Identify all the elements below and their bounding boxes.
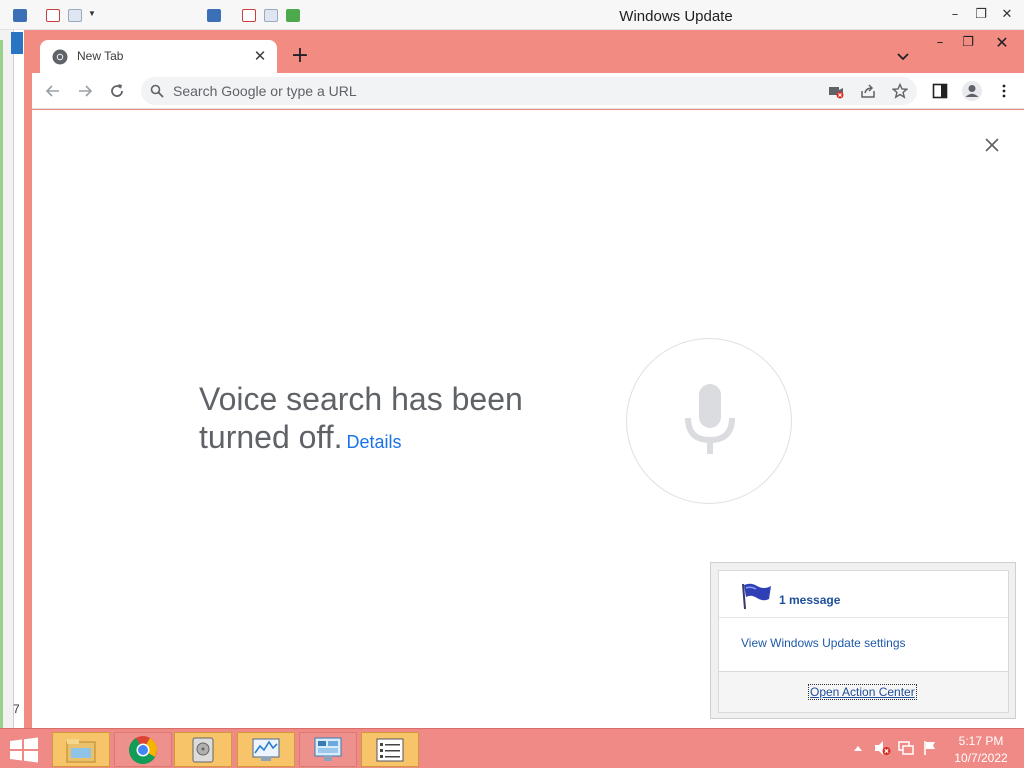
volume-button[interactable] <box>873 739 891 757</box>
close-icon <box>985 138 999 152</box>
volume-muted-icon <box>875 741 891 755</box>
list-icon <box>376 738 404 761</box>
disk-management-button[interactable] <box>174 732 232 767</box>
action-center-flag-icon <box>924 741 935 755</box>
omnibox[interactable] <box>141 77 917 105</box>
undo-icon-2[interactable] <box>242 9 256 22</box>
disk-icon <box>192 737 214 762</box>
restore-button[interactable]: ❐ <box>956 33 980 53</box>
popup-footer: Open Action Center <box>719 671 1008 712</box>
document-icon[interactable] <box>68 9 82 22</box>
camera-blocked-icon <box>829 87 844 99</box>
bg-green-edge <box>0 40 3 730</box>
performance-monitor-button[interactable] <box>237 732 295 767</box>
microphone-icon <box>685 384 735 454</box>
control-panel-button[interactable] <box>299 732 357 767</box>
windows-start-icon[interactable] <box>8 737 40 763</box>
bg-minimize-button[interactable]: – <box>944 6 966 24</box>
new-tab-button[interactable]: + <box>288 45 312 69</box>
document-icon-2[interactable] <box>264 9 278 22</box>
search-icon <box>150 84 164 98</box>
camera-blocked-button[interactable] <box>824 79 848 103</box>
properties-icon[interactable] <box>13 9 27 22</box>
bg-left-accent <box>11 32 23 54</box>
browser-toolbar <box>32 73 1024 109</box>
file-explorer-button[interactable] <box>52 732 110 767</box>
tab-close-button[interactable]: ✕ <box>251 47 269 65</box>
microphone-button[interactable] <box>626 338 792 504</box>
more-menu-button[interactable] <box>992 79 1016 103</box>
address-bar-input[interactable] <box>173 77 813 105</box>
performance-monitor-icon <box>252 738 280 761</box>
forward-button[interactable] <box>73 79 97 103</box>
properties-icon-2[interactable] <box>207 9 221 22</box>
control-panel-icon <box>314 737 342 761</box>
dismiss-button[interactable] <box>981 134 1003 156</box>
more-vert-icon <box>1002 84 1006 98</box>
action-center-button[interactable] <box>921 739 939 757</box>
tab-new-tab[interactable]: New Tab ✕ <box>40 40 277 73</box>
flag-icon <box>742 583 771 610</box>
divider <box>719 617 1008 618</box>
show-hidden-icons-icon <box>854 746 862 751</box>
close-window-button[interactable]: ✕ <box>990 33 1014 53</box>
back-button[interactable] <box>41 79 65 103</box>
reload-button[interactable] <box>105 79 129 103</box>
tab-title: New Tab <box>77 49 124 63</box>
view-windows-update-link[interactable]: View Windows Update settings <box>741 636 906 650</box>
refresh-icon[interactable] <box>286 9 300 22</box>
open-action-center-link[interactable]: Open Action Center <box>808 684 917 700</box>
profile-button[interactable] <box>960 79 984 103</box>
task-list-button[interactable] <box>361 732 419 767</box>
minimize-button[interactable]: – <box>928 33 952 53</box>
voice-search-message: Voice search has been turned off. Details <box>199 380 579 461</box>
chrome-icon <box>52 49 68 65</box>
star-icon <box>892 83 908 99</box>
share-icon <box>861 84 875 98</box>
bg-close-button[interactable]: ✕ <box>996 6 1018 24</box>
side-panel-icon <box>932 83 948 99</box>
file-explorer-icon <box>66 738 96 762</box>
popup-panel: 1 message View Windows Update settings O… <box>718 570 1009 713</box>
chevron-down-icon[interactable] <box>892 46 914 68</box>
forward-arrow-icon <box>79 85 93 97</box>
bookmark-star-button[interactable] <box>888 79 912 103</box>
clock-date[interactable]: 10/7/2022 <box>950 751 1012 765</box>
reload-icon <box>111 84 123 97</box>
chrome-taskbar-button[interactable] <box>114 732 172 767</box>
windows-update-title: Windows Update <box>619 8 733 25</box>
side-panel-button[interactable] <box>928 79 952 103</box>
action-center-popup: 1 message View Windows Update settings O… <box>710 562 1016 719</box>
network-button[interactable] <box>897 739 915 757</box>
details-link[interactable]: Details <box>347 432 402 452</box>
undo-icon[interactable] <box>46 9 60 22</box>
profile-icon <box>962 81 982 101</box>
message-count[interactable]: 1 message <box>779 593 840 607</box>
bg-restore-button[interactable]: ❐ <box>970 6 992 24</box>
share-button[interactable] <box>856 79 880 103</box>
bg-digit: 7 <box>13 702 20 716</box>
windows-update-titlebar[interactable]: ▼ Windows Update – ❐ ✕ <box>0 0 1024 30</box>
customize-dropdown-icon[interactable]: ▼ <box>88 9 98 22</box>
chrome-icon <box>129 735 157 764</box>
show-hidden-icons-button[interactable] <box>849 739 867 757</box>
network-icon <box>898 741 914 755</box>
clock-time[interactable]: 5:17 PM <box>954 734 1008 748</box>
taskbar: 5:17 PM 10/7/2022 <box>0 728 1024 768</box>
back-arrow-icon <box>45 85 59 97</box>
